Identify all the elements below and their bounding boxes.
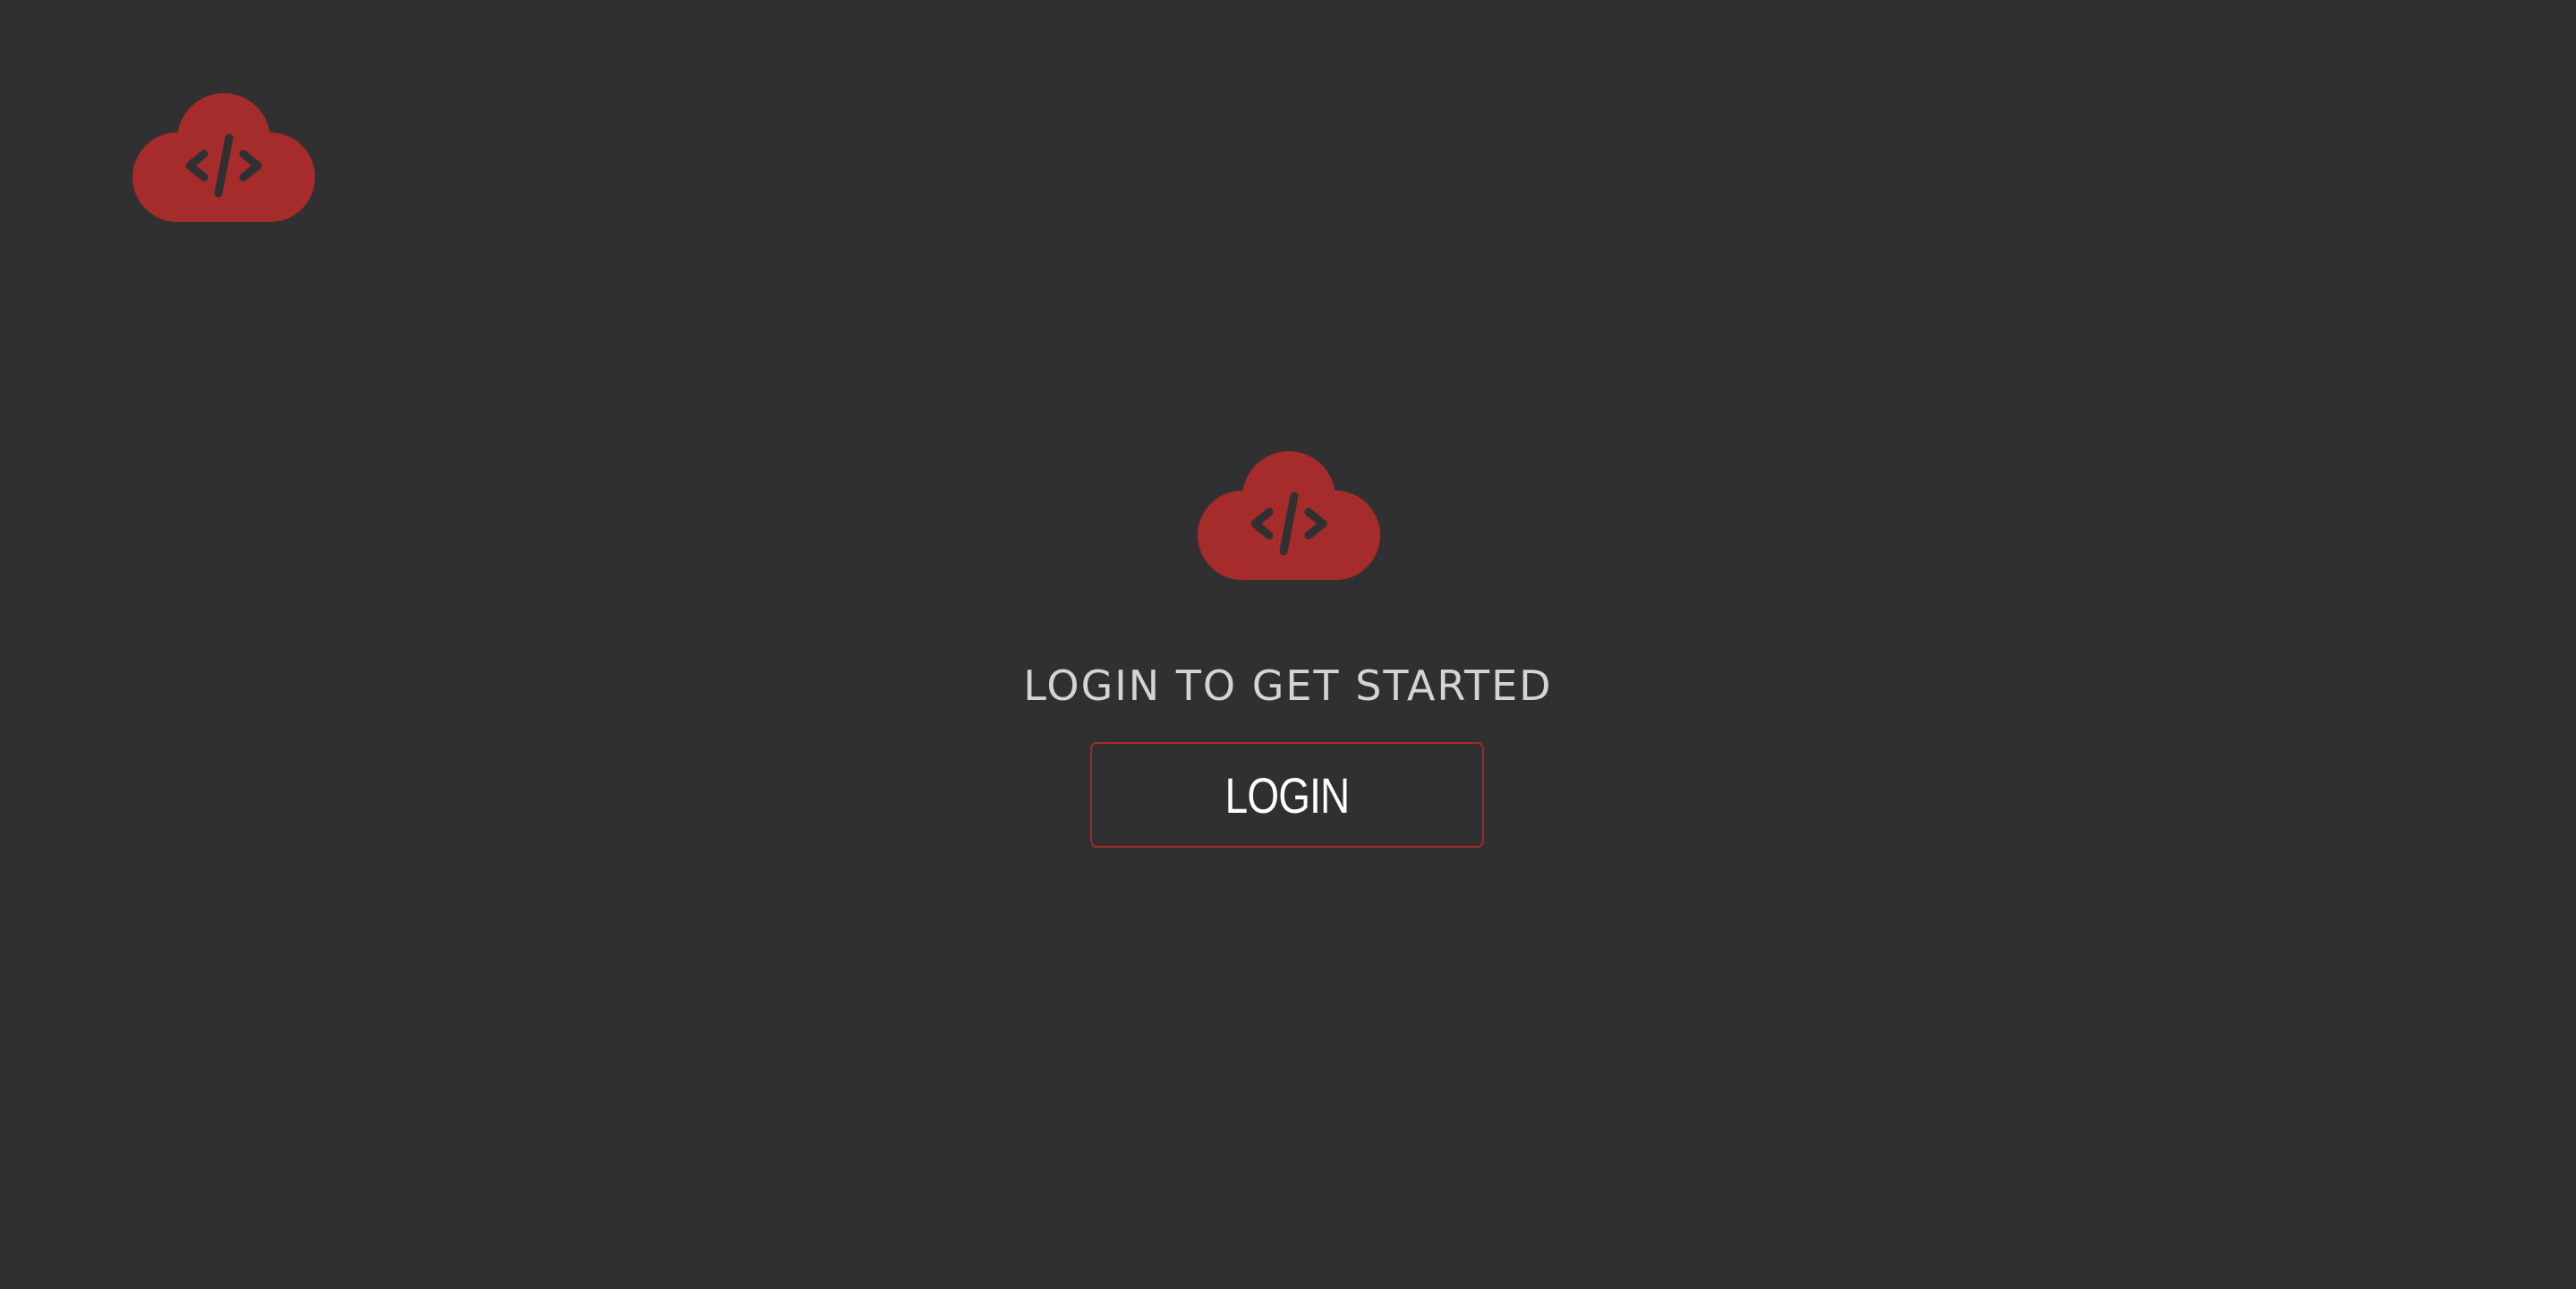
hero-logo <box>1198 449 1380 580</box>
login-button[interactable]: LOGIN <box>1090 742 1484 848</box>
login-hero: LOGIN TO GET STARTED LOGIN <box>0 0 2576 1289</box>
cloud-code-icon <box>1198 451 1380 580</box>
login-button-label: LOGIN <box>1224 766 1351 824</box>
login-heading: LOGIN TO GET STARTED <box>1023 662 1553 710</box>
login-page: LOGIN TO GET STARTED LOGIN <box>0 0 2576 1289</box>
